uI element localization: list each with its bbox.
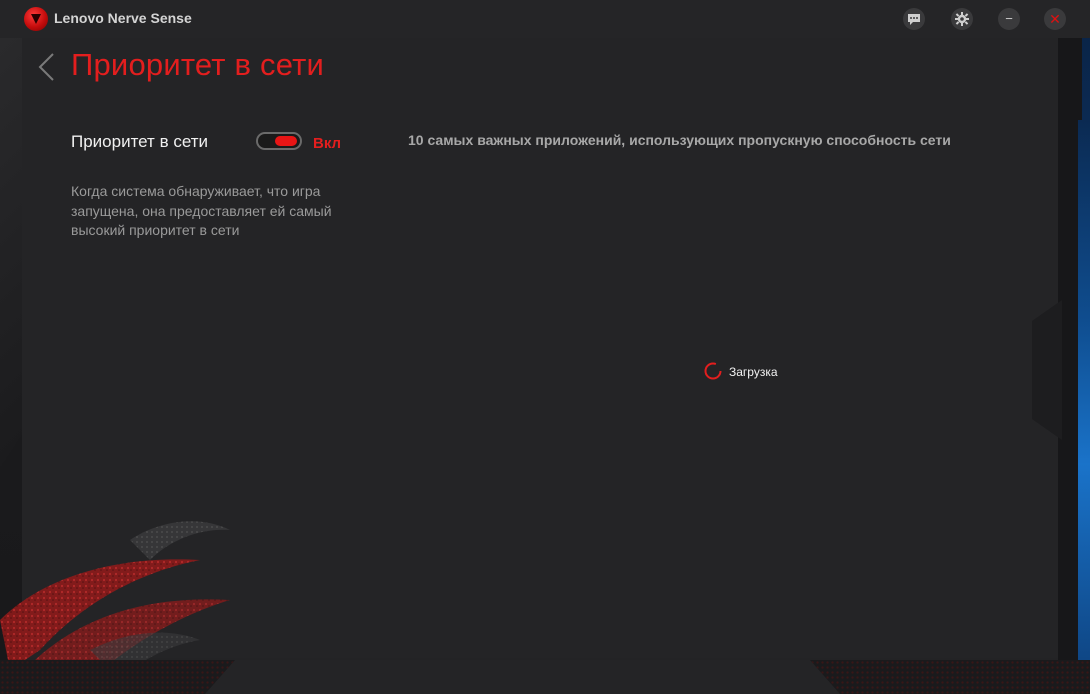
- bottom-notch-decoration: [240, 660, 780, 694]
- network-priority-label: Приоритет в сети: [71, 132, 208, 151]
- app-title: Lenovo Nerve Sense: [54, 10, 192, 26]
- close-icon: ✕: [1049, 11, 1061, 27]
- minimize-button[interactable]: −: [998, 8, 1020, 30]
- network-priority-description: Когда система обнаруживает, что игра зап…: [71, 183, 332, 238]
- close-button[interactable]: ✕: [1044, 8, 1066, 30]
- app-window: Lenovo Nerve Sense − ✕ Приоритет в сети …: [0, 0, 1090, 694]
- chat-bubble-icon: [908, 14, 920, 25]
- titlebar[interactable]: Lenovo Nerve Sense − ✕: [0, 0, 1090, 38]
- toggle-state-label: Вкл: [313, 135, 342, 152]
- settings-button[interactable]: [951, 8, 973, 30]
- top-apps-heading: 10 самых важных приложений, использующих…: [408, 132, 951, 148]
- loading-spinner-icon: [704, 362, 722, 380]
- network-priority-toggle[interactable]: [256, 132, 302, 150]
- toggle-knob: [275, 136, 297, 146]
- loading-text: Загрузка: [729, 365, 778, 379]
- feedback-button[interactable]: [903, 8, 925, 30]
- back-chevron-icon[interactable]: [36, 52, 58, 82]
- lenovo-legion-logo-icon: [24, 7, 48, 31]
- page-title: Приоритет в сети: [71, 47, 325, 82]
- desktop-background-strip: [1078, 120, 1090, 694]
- gear-icon: [955, 12, 969, 26]
- minus-icon: −: [1005, 11, 1013, 26]
- frame-right-notch: [1032, 300, 1062, 440]
